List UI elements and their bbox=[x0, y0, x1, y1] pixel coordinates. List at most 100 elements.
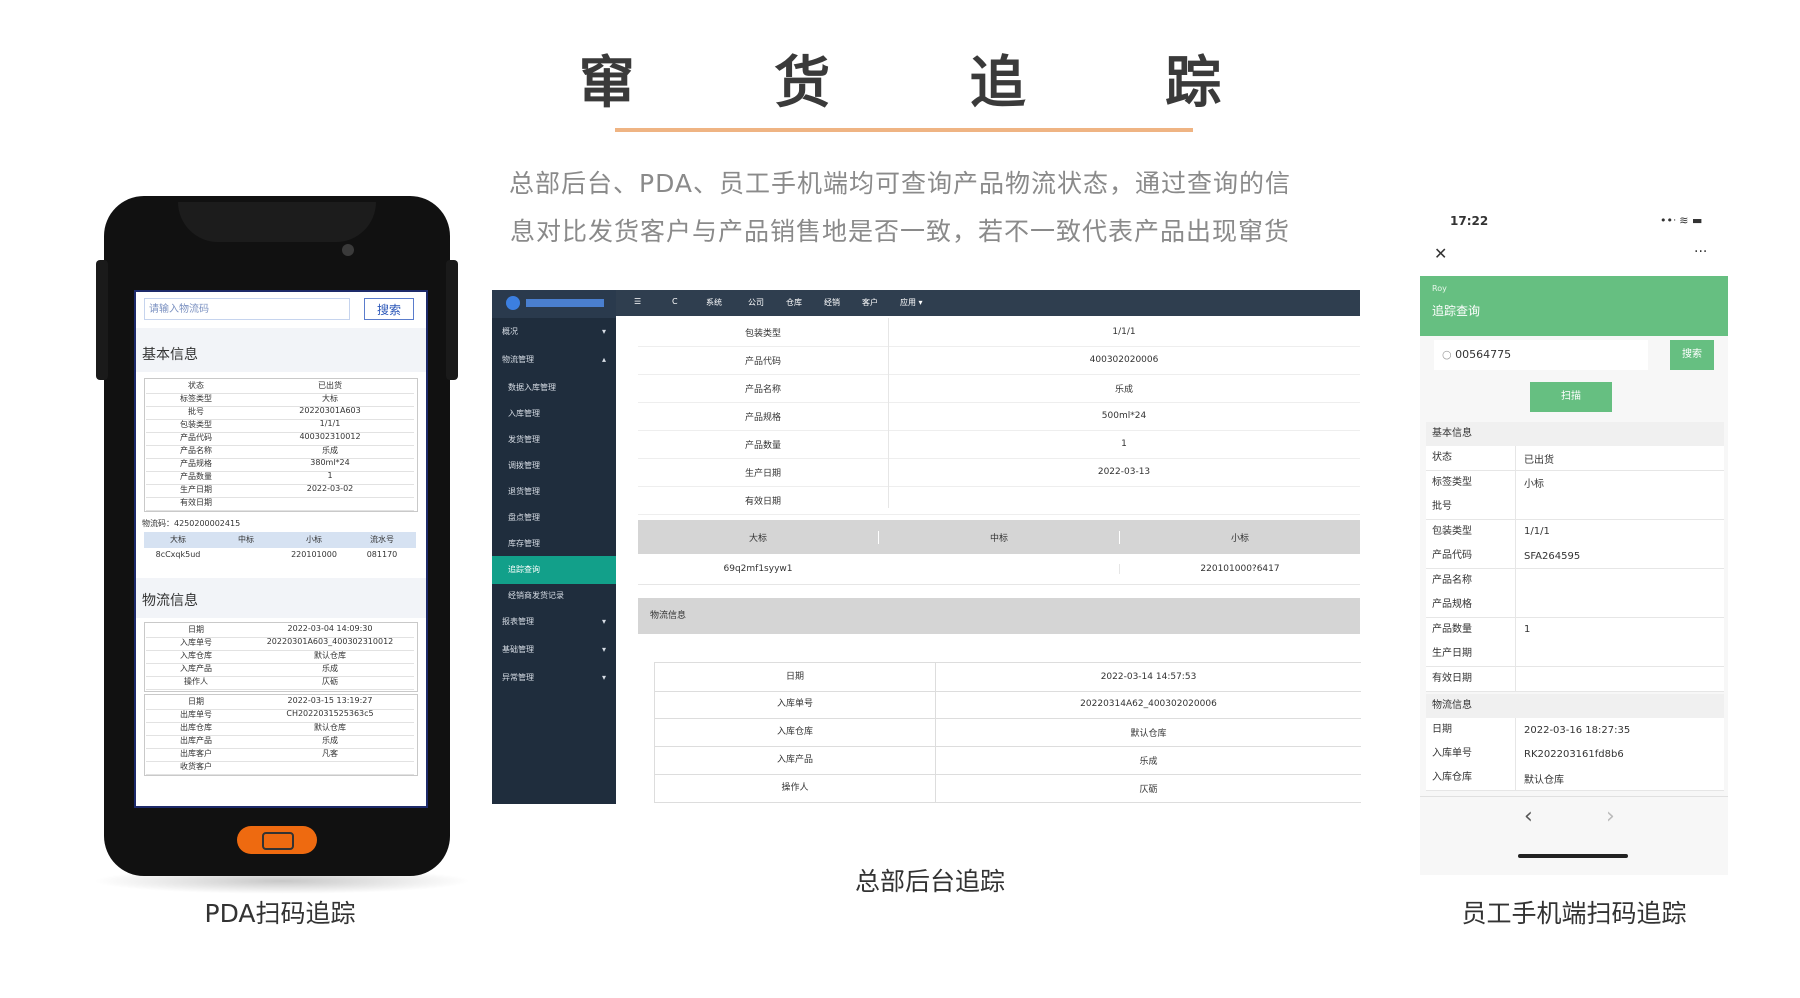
pda-log-row-value: 2022-03-15 13:19:27 bbox=[287, 696, 373, 705]
admin-detail-row: 生产日期 2022-03-13 bbox=[638, 458, 1360, 487]
pda-basic-row: 标签类型 大标 bbox=[146, 393, 414, 407]
pda-label-header-cell: 大标 bbox=[170, 535, 186, 544]
pda-basic-title: 基本信息 bbox=[142, 347, 198, 363]
mobile-log-row-value: 默认仓库 bbox=[1524, 774, 1564, 786]
admin-detail-row: 包装类型 1/1/1 bbox=[638, 318, 1360, 347]
admin-detail-row-value: 400302020006 bbox=[1089, 355, 1159, 365]
admin-log-row-value: 乐成 bbox=[1139, 756, 1158, 767]
mobile-log-row-key: 入库单号 bbox=[1426, 742, 1516, 766]
menu-icon[interactable]: ☰ bbox=[634, 297, 641, 306]
top-menu-item[interactable]: 公司 bbox=[748, 297, 764, 308]
top-menu-item[interactable]: 仓库 bbox=[786, 297, 802, 308]
pda-log-row: 日期 2022-03-15 13:19:27 bbox=[146, 696, 414, 710]
forward-icon[interactable]: › bbox=[1606, 804, 1615, 829]
mobile-scan-button[interactable]: 扫描 bbox=[1530, 382, 1612, 412]
sidebar-item[interactable]: 退货管理 bbox=[492, 478, 616, 506]
mobile-basic-row: 产品规格 bbox=[1426, 593, 1724, 618]
mobile-basic-row-value: 1/1/1 bbox=[1524, 526, 1550, 537]
pda-basic-row-value: 20220301A603 bbox=[299, 406, 361, 415]
mobile-basic-row: 批号 bbox=[1426, 495, 1724, 520]
pda-basic-row-key: 产品规格 bbox=[180, 459, 212, 468]
admin-detail-row-value: 乐成 bbox=[1114, 384, 1133, 395]
sidebar-item[interactable]: 发货管理 bbox=[492, 426, 616, 454]
sidebar-item[interactable]: 物流管理 ▴ bbox=[492, 346, 616, 374]
pda-basic-row: 状态 已出货 bbox=[146, 380, 414, 394]
pda-log-row: 出库仓库 默认仓库 bbox=[146, 722, 414, 736]
pda-basic-row-value: 已出货 bbox=[318, 381, 342, 390]
top-menu-dropdown[interactable]: 应用 ▾ bbox=[900, 297, 923, 308]
admin-detail-row: 有效日期 bbox=[638, 486, 1360, 515]
mobile-basic-row: 生产日期 bbox=[1426, 642, 1724, 667]
sidebar-item-label: 经销商发货记录 bbox=[508, 591, 564, 600]
top-menu-item[interactable]: 客户 bbox=[862, 297, 878, 308]
mobile-user: Roy bbox=[1432, 284, 1447, 293]
sidebar-item[interactable]: 盘点管理 bbox=[492, 504, 616, 532]
mobile-basic-row-value: 1 bbox=[1524, 624, 1531, 635]
home-indicator bbox=[1518, 854, 1628, 858]
pda-basic-row-value: 大标 bbox=[322, 394, 338, 403]
pda-label-header-cell: 中标 bbox=[238, 535, 254, 544]
admin-log-row-value: 2022-03-14 14:57:53 bbox=[1100, 672, 1197, 682]
sidebar-item[interactable]: 经销商发货记录 bbox=[492, 582, 616, 610]
admin-label-values: 69q2mf1syyw1 220101000?6417 bbox=[638, 554, 1360, 585]
admin-detail-row: 产品名称 乐成 bbox=[638, 374, 1360, 403]
admin-detail-row-key: 产品名称 bbox=[744, 384, 781, 395]
pda-basic-row-value bbox=[246, 497, 414, 510]
pda-log-row-value: 凡客 bbox=[322, 749, 338, 758]
sidebar-item[interactable]: 入库管理 bbox=[492, 400, 616, 428]
admin-caption: 总部后台追踪 bbox=[854, 867, 1005, 896]
pda-log-row-key: 出库客户 bbox=[180, 749, 212, 758]
refresh-icon[interactable]: C bbox=[672, 297, 678, 306]
back-icon[interactable]: ‹ bbox=[1524, 804, 1533, 829]
admin-detail-row: 产品规格 500ml*24 bbox=[638, 402, 1360, 431]
mobile-search-button[interactable]: 搜索 bbox=[1670, 340, 1714, 370]
admin-detail-row-key: 生产日期 bbox=[744, 468, 781, 479]
admin-log-row-value: 20220314A62_400302020006 bbox=[1080, 699, 1217, 709]
pda-search-button[interactable]: 搜索 bbox=[364, 298, 414, 320]
admin-log-row: 操作人 仄砺 bbox=[654, 774, 1361, 803]
pda-search-input[interactable]: 请输入物流码 bbox=[144, 298, 350, 320]
pda-basic-row-key: 包装类型 bbox=[180, 420, 212, 429]
sidebar-item[interactable]: 库存管理 bbox=[492, 530, 616, 558]
sidebar-item[interactable]: 调拨管理 bbox=[492, 452, 616, 480]
pda-log-row: 操作人 仄砺 bbox=[146, 676, 414, 690]
admin-detail-row-key: 产品规格 bbox=[744, 412, 781, 423]
sidebar-item[interactable]: 数据入库管理 bbox=[492, 374, 616, 402]
admin-topbar: ☰ C 系统 公司 仓库 经销 客户 应用 ▾ bbox=[616, 290, 1360, 316]
pda-basic-row-value: 400302310012 bbox=[299, 432, 361, 441]
admin-logo bbox=[492, 290, 616, 318]
admin-log-row: 入库产品 乐成 bbox=[654, 746, 1361, 775]
pda-basic-row: 有效日期 bbox=[146, 497, 414, 511]
admin-detail-row-value: 2022-03-13 bbox=[1097, 467, 1151, 477]
sidebar-item-label: 入库管理 bbox=[508, 409, 540, 418]
mobile-search-input[interactable]: ○ 00564775 bbox=[1434, 340, 1648, 370]
admin-detail-row: 产品数量 1 bbox=[638, 430, 1360, 459]
more-icon[interactable]: ··· bbox=[1694, 244, 1707, 260]
top-menu-item[interactable]: 经销 bbox=[824, 297, 840, 308]
sidebar-item[interactable]: 异常管理 ▾ bbox=[492, 664, 616, 692]
admin-label-value: 220101000?6417 bbox=[1119, 564, 1360, 574]
description-line-2: 息对比发货客户与产品销售地是否一致，若不一致代表产品出现窜货 bbox=[509, 217, 1290, 246]
mobile-nav-bar bbox=[1420, 796, 1728, 875]
mobile-basic-row-key: 批号 bbox=[1426, 495, 1516, 519]
sidebar-item[interactable]: 追踪查询 bbox=[492, 556, 616, 584]
pda-basic-row-value: 380ml*24 bbox=[310, 458, 350, 467]
pda-basic-row: 产品名称 乐成 bbox=[146, 445, 414, 459]
title-underline bbox=[615, 128, 1193, 132]
pda-basic-row-key: 批号 bbox=[188, 407, 204, 416]
pda-basic-row: 产品规格 380ml*24 bbox=[146, 458, 414, 472]
pda-log-row: 出库单号 CH2022031525363c5 bbox=[146, 709, 414, 723]
sidebar-item[interactable]: 概况 ▾ bbox=[492, 318, 616, 346]
sidebar-item-label: 退货管理 bbox=[508, 487, 540, 496]
admin-log-row-key: 操作人 bbox=[655, 774, 936, 802]
top-menu-item[interactable]: 系统 bbox=[706, 297, 722, 308]
pda-log-row-value: 乐成 bbox=[322, 664, 338, 673]
close-icon[interactable]: ✕ bbox=[1434, 244, 1447, 263]
sidebar-item[interactable]: 报表管理 ▾ bbox=[492, 608, 616, 636]
mobile-basic-row: 产品代码 SFA264595 bbox=[1426, 544, 1724, 569]
mobile-log-row-key: 日期 bbox=[1426, 718, 1516, 742]
pda-log-row-key: 出库仓库 bbox=[180, 723, 212, 732]
sidebar-item[interactable]: 基础管理 ▾ bbox=[492, 636, 616, 664]
pda-side-button bbox=[446, 260, 458, 380]
mobile-basic-row-key: 产品数量 bbox=[1426, 617, 1516, 642]
